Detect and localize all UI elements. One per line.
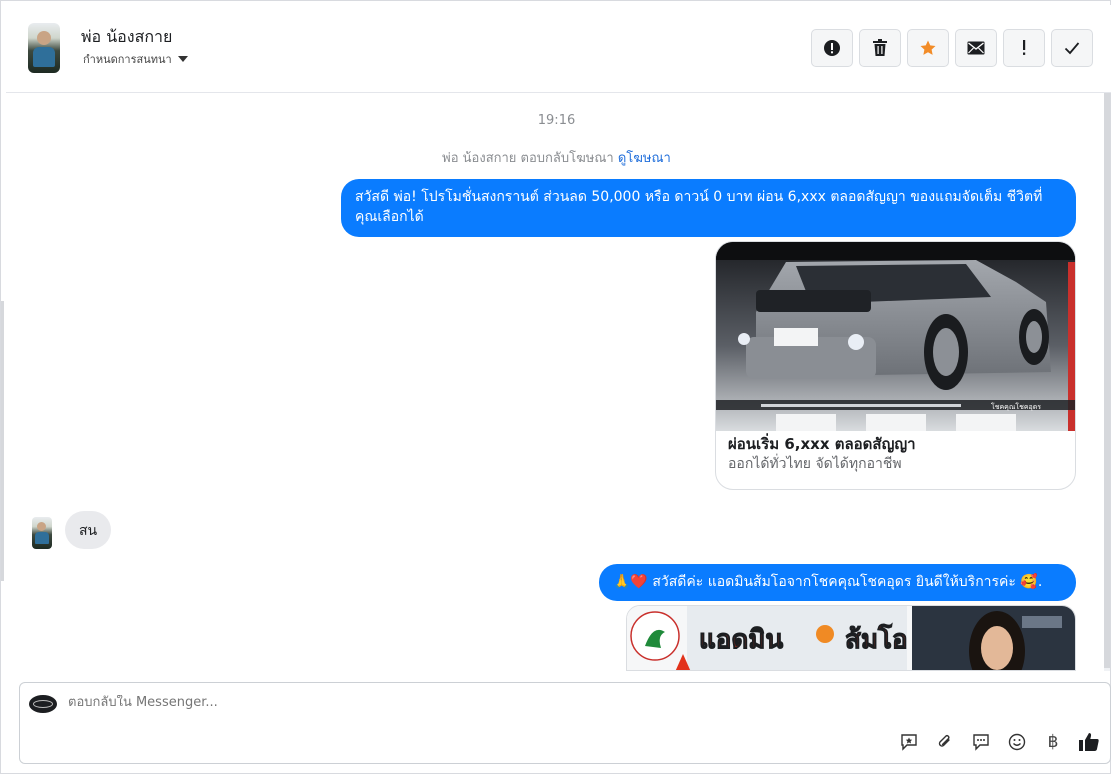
sender-avatar[interactable] [32,517,52,549]
scrollbar-thumb[interactable] [1104,93,1110,668]
emoji-icon [1008,733,1026,751]
like-icon [1079,733,1099,751]
message-template-button[interactable] [970,731,992,753]
contact-name[interactable]: พ่อ น้องสกาย [81,25,172,50]
baht-icon: ฿ [1047,732,1059,752]
incoming-message[interactable]: สน [65,511,112,549]
trash-icon [873,39,887,56]
ad-reply-note: พ่อ น้องสกาย ตอบกลับโฆษณา ดูโฆษณา [1,147,1111,168]
toolbar [811,29,1093,67]
messenger-window: พ่อ น้องสกาย กำหนดการสนทนา 19:16 พ่อ น้อ… [0,0,1111,774]
view-ad-link[interactable]: ดูโฆษณา [618,151,671,166]
emoji-button[interactable] [1006,731,1028,753]
outgoing-message-2-text: สวัสดีค่ะ แอดมินส้มโอจากโชคคุณโชคอุดร ยิ… [652,574,1043,590]
banner-text-somo: ส้มโอ [845,623,908,655]
ad-card-subtitle: ออกได้ทั่วไทย จัดได้ทุกอาชีพ [728,456,902,472]
pickup-truck-image: โชคคุณโชคอุดร [716,242,1075,431]
pray-heart-emoji: 🙏❤️ [613,574,648,590]
speech-icon [973,734,989,751]
star-icon [920,40,936,55]
ad-reply-text: พ่อ น้องสกาย ตอบกลับโฆษณา [442,151,614,166]
report-icon [824,40,840,56]
important-icon [1023,40,1026,55]
reply-composer: ฿ [19,682,1111,764]
caret-down-icon [177,56,188,62]
left-scroll-indicator [1,301,4,581]
outgoing-message-2[interactable]: 🙏❤️ สวัสดีค่ะ แอดมินส้มโอจากโชคคุณโชคอุด… [599,564,1076,601]
page-avatar [29,695,57,713]
check-icon [1064,42,1080,55]
payment-button[interactable]: ฿ [1042,731,1064,753]
admin-promo-image[interactable]: แอดมิน ส้มโอ [626,605,1076,671]
avatar[interactable] [28,23,60,73]
conversation-options-label: กำหนดการสนทนา [83,53,172,66]
important-button[interactable] [1003,29,1045,67]
mark-done-button[interactable] [1051,29,1093,67]
image-caption: โชคคุณโชคอุดร [991,402,1041,411]
report-button[interactable] [811,29,853,67]
admin-banner: แอดมิน ส้มโอ [627,606,1075,670]
ad-card-image: โชคคุณโชคอุดร [716,242,1075,431]
saved-reply-button[interactable] [898,731,920,753]
attachment-icon [938,735,950,747]
star-button[interactable] [907,29,949,67]
attachment-button[interactable] [934,731,956,753]
reply-input[interactable] [68,695,868,710]
message-scrollbar[interactable] [1104,93,1110,671]
saved-reply-icon [901,734,917,751]
composer-toolbar: ฿ [898,731,1100,753]
conversation-header: พ่อ น้องสกาย กำหนดการสนทนา [6,5,1111,93]
outgoing-message[interactable]: สวัสดี พ่อ! โปรโมชั่นสงกรานต์ ส่วนลด 50,… [341,179,1076,237]
conversation-options[interactable]: กำหนดการสนทนา [83,50,188,68]
ad-card[interactable]: โชคคุณโชคอุดร ผ่อนเริ่ม 6,xxx ตลอดสัญญา … [715,241,1076,490]
mark-unread-button[interactable] [955,29,997,67]
delete-button[interactable] [859,29,901,67]
mail-icon [967,41,985,55]
like-button[interactable] [1078,731,1100,753]
banner-text-admin: แอดมิน [699,625,783,655]
message-timestamp: 19:16 [537,113,576,128]
